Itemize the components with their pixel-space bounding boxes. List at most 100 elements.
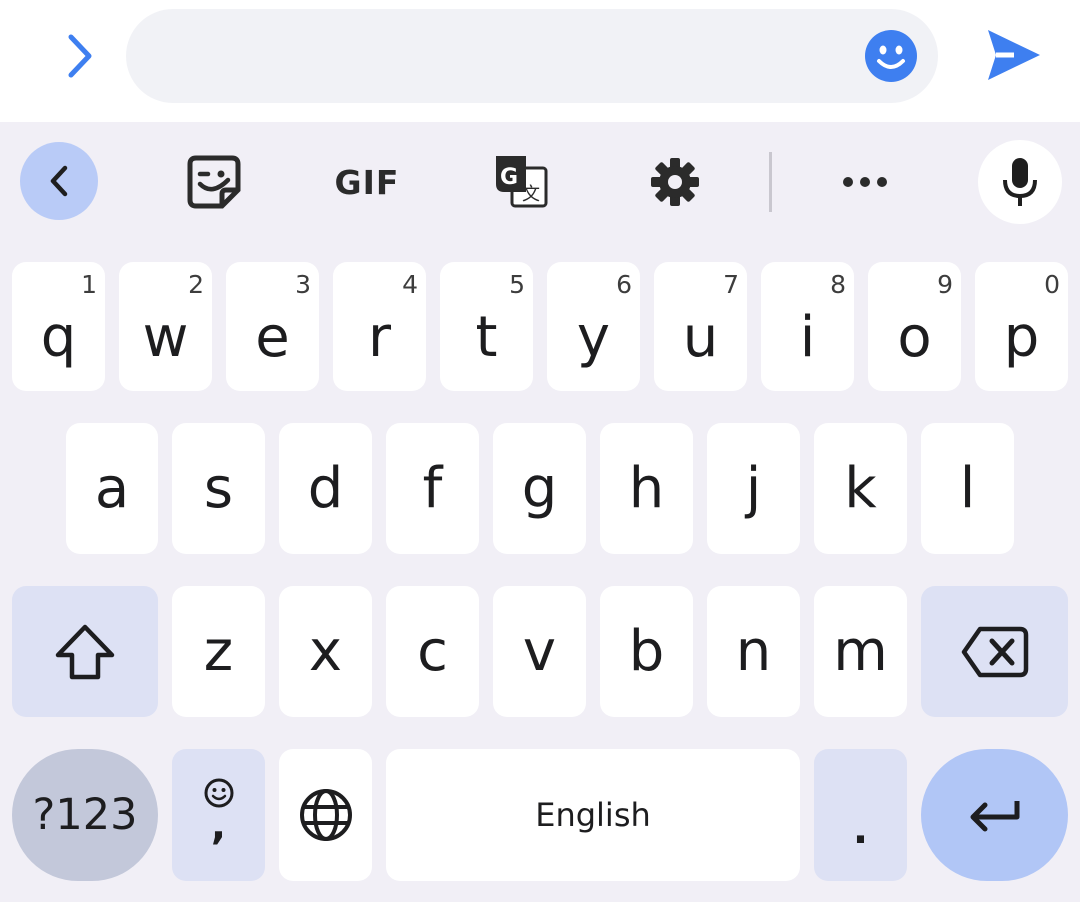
send-button[interactable]: [984, 26, 1044, 84]
keyboard-toolbar: GIF G 文: [0, 122, 1080, 240]
globe-icon: [299, 789, 352, 841]
key-letter: j: [745, 455, 762, 521]
key-r[interactable]: 4r: [333, 262, 426, 391]
key-letter: s: [203, 455, 234, 521]
key-k[interactable]: k: [814, 423, 907, 554]
microphone-icon: [1003, 158, 1037, 206]
toolbar-divider: [769, 152, 772, 212]
key-letter: h: [628, 455, 665, 521]
translate-icon: G 文: [496, 156, 548, 208]
gif-label: GIF: [334, 162, 400, 202]
voice-input-button[interactable]: [978, 140, 1062, 224]
key-q[interactable]: 1q: [12, 262, 105, 391]
key-hint: 7: [723, 270, 739, 299]
key-v[interactable]: v: [493, 586, 586, 717]
key-t[interactable]: 5t: [440, 262, 533, 391]
svg-text:文: 文: [522, 184, 540, 205]
chevron-left-icon: [50, 165, 68, 197]
key-hint: 5: [509, 270, 525, 299]
settings-button[interactable]: [648, 152, 702, 212]
key-j[interactable]: j: [707, 423, 800, 554]
key-b[interactable]: b: [600, 586, 693, 717]
key-e[interactable]: 3e: [226, 262, 319, 391]
key-letter: f: [422, 455, 443, 521]
key-o[interactable]: 9o: [868, 262, 961, 391]
key-letter: o: [897, 304, 932, 370]
key-u[interactable]: 7u: [654, 262, 747, 391]
key-letter: t: [475, 304, 498, 370]
key-i[interactable]: 8i: [761, 262, 854, 391]
symbols-key-label: ?123: [32, 790, 138, 840]
key-d[interactable]: d: [279, 423, 372, 554]
shift-icon: [55, 624, 115, 679]
key-p[interactable]: 0p: [975, 262, 1068, 391]
enter-key[interactable]: [921, 749, 1068, 881]
collapse-toolbar-button[interactable]: [20, 142, 98, 220]
key-letter: b: [628, 618, 665, 684]
key-letter: e: [255, 304, 290, 370]
send-icon: [988, 30, 1040, 80]
translate-button[interactable]: G 文: [494, 152, 550, 212]
key-letter: g: [521, 455, 558, 521]
enter-icon: [970, 801, 1019, 832]
key-l[interactable]: l: [921, 423, 1014, 554]
key-letter: i: [799, 304, 816, 370]
key-a[interactable]: a: [66, 423, 158, 554]
key-c[interactable]: c: [386, 586, 479, 717]
comma-label: ,: [210, 803, 227, 849]
key-hint: 2: [188, 270, 204, 299]
shift-key[interactable]: [12, 586, 158, 717]
backspace-key[interactable]: [921, 586, 1068, 717]
gear-icon: [651, 158, 699, 206]
key-letter: m: [833, 618, 888, 684]
message-field[interactable]: [126, 9, 938, 103]
comma-key[interactable]: ,: [172, 749, 265, 881]
key-letter: a: [94, 455, 130, 521]
language-switch-key[interactable]: [279, 749, 372, 881]
key-hint: 6: [616, 270, 632, 299]
more-button[interactable]: [840, 152, 890, 212]
key-x[interactable]: x: [279, 586, 372, 717]
gif-button[interactable]: GIF: [330, 152, 404, 212]
sticker-icon: [187, 155, 241, 209]
period-label: .: [852, 807, 869, 853]
key-h[interactable]: h: [600, 423, 693, 554]
sticker-button[interactable]: [184, 152, 244, 212]
key-letter: u: [682, 304, 719, 370]
key-letter: n: [735, 618, 772, 684]
emoji-button[interactable]: [864, 29, 918, 83]
smiley-icon: [865, 30, 917, 82]
key-letter: z: [203, 618, 234, 684]
key-hint: 0: [1044, 270, 1060, 299]
key-letter: l: [959, 455, 976, 521]
key-m[interactable]: m: [814, 586, 907, 717]
key-hint: 4: [402, 270, 418, 299]
space-bar-label: English: [535, 796, 651, 834]
period-key[interactable]: .: [814, 749, 907, 881]
message-input[interactable]: [166, 29, 846, 83]
space-bar[interactable]: English: [386, 749, 800, 881]
compose-bar: [0, 0, 1080, 122]
key-y[interactable]: 6y: [547, 262, 640, 391]
more-icon: [843, 177, 887, 187]
expand-button[interactable]: [50, 30, 110, 82]
key-letter: y: [576, 304, 611, 370]
key-letter: p: [1003, 304, 1040, 370]
key-z[interactable]: z: [172, 586, 265, 717]
backspace-icon: [961, 626, 1028, 677]
key-letter: r: [367, 304, 392, 370]
key-letter: x: [308, 618, 343, 684]
key-s[interactable]: s: [172, 423, 265, 554]
key-letter: k: [844, 455, 877, 521]
key-g[interactable]: g: [493, 423, 586, 554]
key-hint: 9: [937, 270, 953, 299]
key-letter: q: [40, 304, 77, 370]
symbols-key[interactable]: ?123: [12, 749, 158, 881]
key-n[interactable]: n: [707, 586, 800, 717]
svg-text:G: G: [500, 165, 518, 190]
key-hint: 3: [295, 270, 311, 299]
key-w[interactable]: 2w: [119, 262, 212, 391]
key-f[interactable]: f: [386, 423, 479, 554]
chevron-right-icon: [68, 34, 92, 78]
key-hint: 8: [830, 270, 846, 299]
